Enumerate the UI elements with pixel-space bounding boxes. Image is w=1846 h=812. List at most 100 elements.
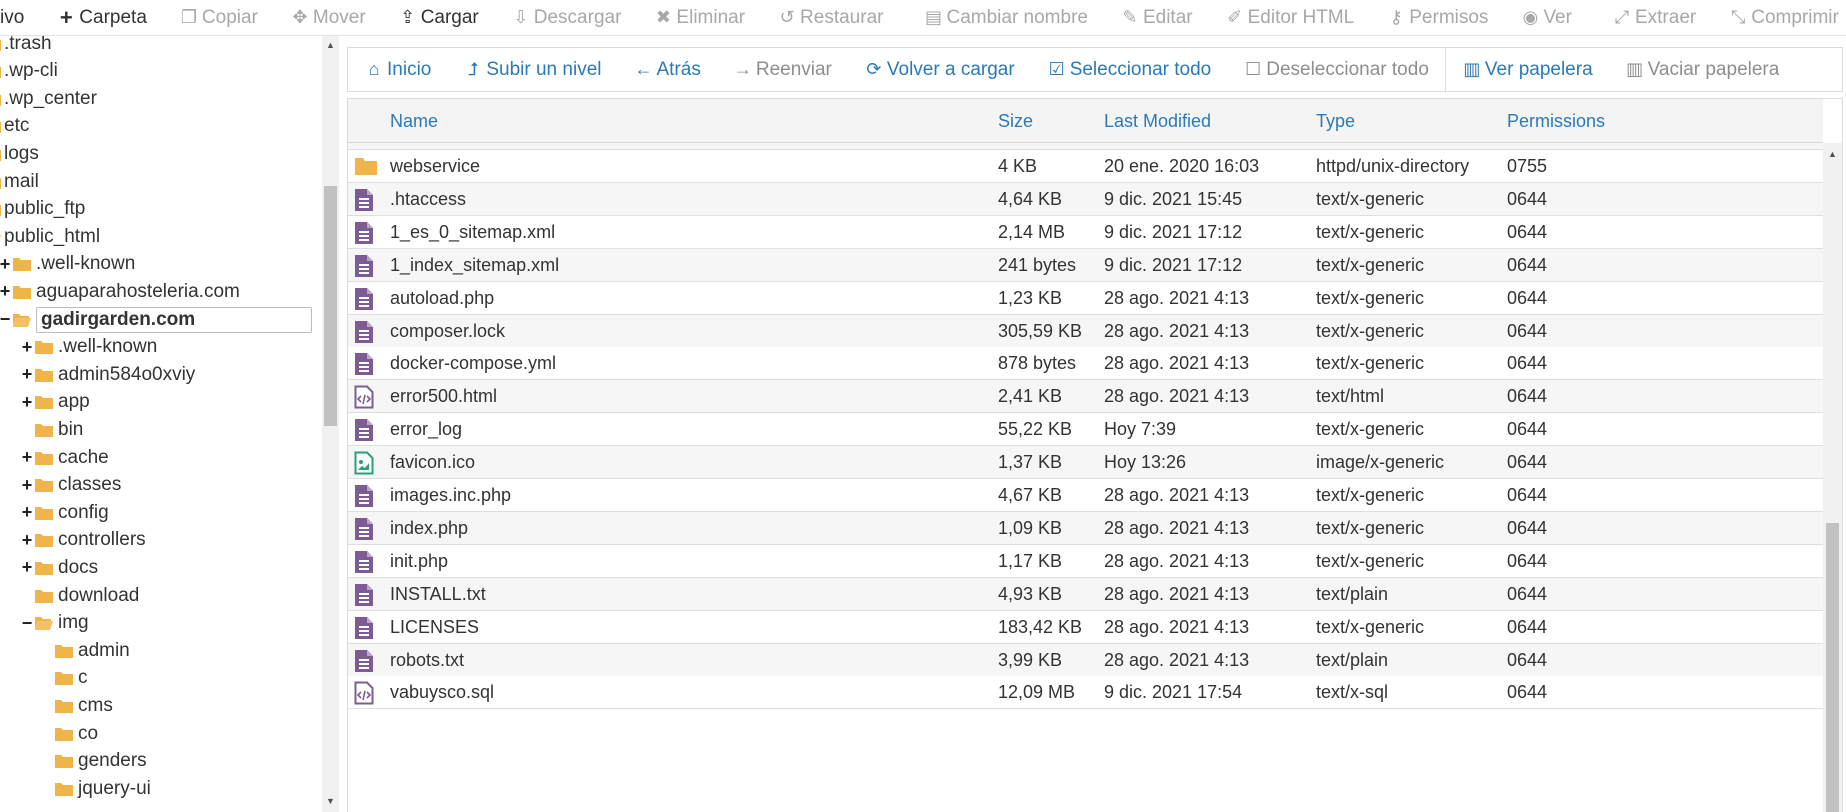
- toolbar-editar-button[interactable]: ✎ Editar: [1104, 0, 1209, 35]
- column-header-name[interactable]: Name: [390, 99, 438, 143]
- expand-icon[interactable]: +: [20, 502, 34, 523]
- tree-item[interactable]: co: [40, 720, 98, 747]
- table-row[interactable]: robots.txt 3,99 KB 28 ago. 2021 4:13 text/p…: [348, 643, 1823, 677]
- atras-button[interactable]: ← Atrás: [617, 48, 716, 91]
- cell-name[interactable]: autoload.php: [390, 282, 494, 315]
- tree-item[interactable]: + admin584o0xviy: [20, 361, 196, 388]
- toolbar-restaurar-button[interactable]: ↺ Restaurar: [761, 0, 899, 35]
- cell-name[interactable]: LICENSES: [390, 611, 479, 644]
- volver-a-cargar-button[interactable]: ⟳ Volver a cargar: [848, 48, 1031, 91]
- expand-icon[interactable]: +: [0, 254, 12, 275]
- tree-scrollbar-thumb[interactable]: [324, 186, 337, 426]
- toolbar-editor-html-button[interactable]: ✐ Editor HTML: [1209, 0, 1371, 35]
- expand-icon[interactable]: +: [20, 557, 34, 578]
- tree-item[interactable]: .trash: [0, 36, 52, 57]
- cell-name[interactable]: images.inc.php: [390, 479, 511, 512]
- cell-name[interactable]: init.php: [390, 545, 448, 578]
- cell-name[interactable]: vabuysco.sql: [390, 676, 494, 709]
- subir-un-nivel-button[interactable]: ⮥ Subir un nivel: [447, 48, 617, 91]
- tree-item[interactable]: − img: [20, 610, 89, 637]
- cell-name[interactable]: robots.txt: [390, 644, 464, 677]
- table-row[interactable]: webservice 4 KB 20 ene. 2020 16:03 httpd/un…: [348, 150, 1823, 183]
- toolbar-copiar-button[interactable]: ❐ Copiar: [163, 0, 274, 35]
- table-row[interactable]: vabuysco.sql 12,09 MB 9 dic. 2021 17:54 tex…: [348, 676, 1823, 710]
- table-row[interactable]: 1_index_sitemap.xml 241 bytes 9 dic. 2021 …: [348, 248, 1823, 282]
- cell-name[interactable]: 1_es_0_sitemap.xml: [390, 216, 555, 249]
- tree-item[interactable]: + classes: [20, 472, 122, 499]
- tree-item[interactable]: + controllers: [20, 527, 146, 554]
- table-row[interactable]: LICENSES 183,42 KB 28 ago. 2021 4:13 text/x…: [348, 610, 1823, 644]
- tree-item[interactable]: + .well-known: [0, 251, 135, 278]
- tree-item[interactable]: download: [20, 582, 139, 609]
- vaciar-papelera-button[interactable]: ▥ Vaciar papelera: [1609, 48, 1796, 91]
- tree-item[interactable]: + cache: [20, 444, 109, 471]
- seleccionar-todo-button[interactable]: ☑ Seleccionar todo: [1031, 48, 1228, 91]
- column-header-permissions[interactable]: Permissions: [1507, 99, 1605, 143]
- ver-papelera-button[interactable]: ▥ Ver papelera: [1446, 48, 1609, 91]
- tree-scrollbar[interactable]: ▲ ▼: [322, 36, 339, 812]
- toolbar-comprimir-button[interactable]: ⤡ Comprimir: [1712, 0, 1846, 35]
- table-row[interactable]: 1_es_0_sitemap.xml 2,14 MB 9 dic. 2021 17:…: [348, 215, 1823, 249]
- deseleccionar-todo-button[interactable]: ☐ Deseleccionar todo: [1227, 48, 1445, 91]
- column-header-size[interactable]: Size: [998, 99, 1033, 143]
- tree-item[interactable]: logs: [0, 140, 39, 167]
- table-scrollbar[interactable]: ▲: [1823, 143, 1842, 812]
- tree-item[interactable]: mail: [0, 168, 39, 195]
- table-row[interactable]: init.php 1,17 KB 28 ago. 2021 4:13 text/x-g…: [348, 544, 1823, 578]
- tree-item[interactable]: + config: [20, 499, 109, 526]
- table-row[interactable]: images.inc.php 4,67 KB 28 ago. 2021 4:13 te…: [348, 479, 1823, 512]
- toolbar-permisos-button[interactable]: ⚷ Permisos: [1370, 0, 1504, 35]
- table-row[interactable]: favicon.ico 1,37 KB Hoy 13:26 image/x-gener…: [348, 446, 1823, 480]
- cell-name[interactable]: INSTALL.txt: [390, 578, 486, 611]
- cell-name[interactable]: error500.html: [390, 380, 497, 413]
- cell-name[interactable]: favicon.ico: [390, 446, 475, 479]
- expand-icon[interactable]: +: [20, 530, 34, 551]
- tree-item[interactable]: bin: [20, 416, 83, 443]
- toolbar-ivo-button[interactable]: ivo: [0, 0, 40, 35]
- scroll-up-arrow-icon[interactable]: ▲: [322, 40, 339, 54]
- inicio-button[interactable]: ⌂ Inicio: [348, 48, 447, 91]
- toolbar-mover-button[interactable]: ✥ Mover: [274, 0, 382, 35]
- cell-name[interactable]: index.php: [390, 512, 468, 545]
- column-header-type[interactable]: Type: [1316, 99, 1355, 143]
- toolbar-ver-button[interactable]: ◉ Ver: [1504, 0, 1588, 35]
- toolbar-carpeta-button[interactable]: + Carpeta: [40, 0, 163, 35]
- table-row[interactable]: index.php 1,09 KB 28 ago. 2021 4:13 text/x-…: [348, 511, 1823, 545]
- table-row[interactable]: .htaccess 4,64 KB 9 dic. 2021 15:45 text/x-…: [348, 182, 1823, 216]
- tree-item[interactable]: c: [40, 665, 88, 692]
- expand-icon[interactable]: +: [20, 364, 34, 385]
- cell-name[interactable]: 1_index_sitemap.xml: [390, 249, 559, 282]
- toolbar-extraer-button[interactable]: ⤢ Extraer: [1596, 0, 1712, 35]
- tree-item[interactable]: − gadirgarden.com: [0, 306, 312, 333]
- table-row[interactable]: docker-compose.yml 878 bytes 28 ago. 2021 …: [348, 347, 1823, 381]
- tree-item[interactable]: + .well-known: [20, 334, 158, 361]
- collapse-icon[interactable]: −: [20, 613, 34, 634]
- tree-item[interactable]: + docs: [20, 554, 98, 581]
- tree-item[interactable]: + aguaparahosteleria.com: [0, 278, 240, 305]
- table-scrollbar-thumb[interactable]: [1826, 523, 1839, 812]
- cell-name[interactable]: error_log: [390, 413, 462, 446]
- tree-item[interactable]: genders: [40, 748, 147, 775]
- table-row-partial[interactable]: [348, 143, 1823, 150]
- tree-item[interactable]: cms: [40, 692, 113, 719]
- expand-icon[interactable]: +: [20, 475, 34, 496]
- tree-item[interactable]: + app: [20, 389, 90, 416]
- tree-item[interactable]: .wp-cli: [0, 58, 58, 85]
- toolbar-eliminar-button[interactable]: ✖ Eliminar: [637, 0, 761, 35]
- table-row[interactable]: autoload.php 1,23 KB 28 ago. 2021 4:13 text…: [348, 281, 1823, 315]
- cell-name[interactable]: .htaccess: [390, 183, 466, 216]
- scroll-down-arrow-icon[interactable]: ▼: [322, 796, 339, 810]
- tree-item[interactable]: jquery-ui: [40, 775, 151, 802]
- tree-item[interactable]: public_ftp: [0, 196, 85, 223]
- table-row[interactable]: error_log 55,22 KB Hoy 7:39 text/x-generic 0…: [348, 413, 1823, 447]
- toolbar-cambiar-nombre-button[interactable]: ▤ Cambiar nombre: [907, 0, 1104, 35]
- column-header-last-modified[interactable]: Last Modified: [1104, 99, 1211, 143]
- tree-item[interactable]: admin: [40, 637, 130, 664]
- tree-item[interactable]: etc: [0, 113, 29, 140]
- collapse-icon[interactable]: −: [0, 309, 12, 330]
- table-row[interactable]: composer.lock 305,59 KB 28 ago. 2021 4:13 t…: [348, 314, 1823, 348]
- cell-name[interactable]: composer.lock: [390, 315, 505, 348]
- table-row[interactable]: error500.html 2,41 KB 28 ago. 2021 4:13 tex…: [348, 380, 1823, 414]
- cell-name[interactable]: webservice: [390, 150, 480, 183]
- scroll-up-arrow-icon[interactable]: ▲: [1823, 149, 1842, 159]
